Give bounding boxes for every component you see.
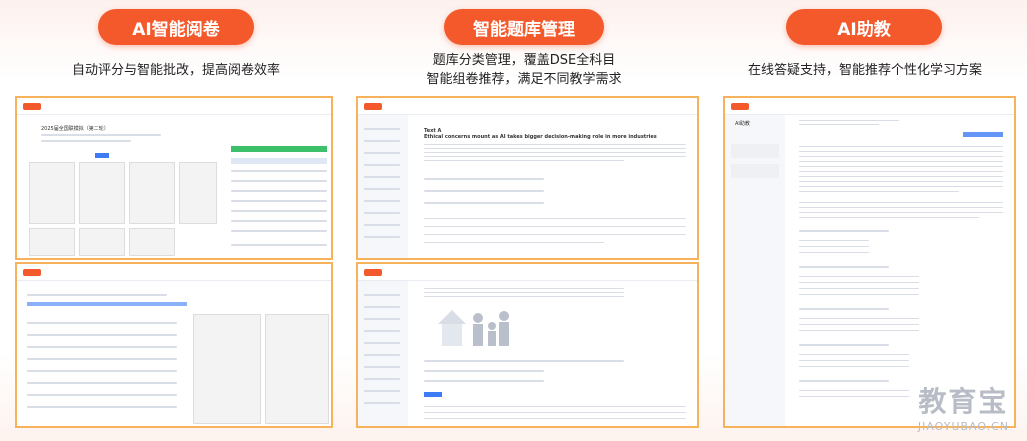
section-title-ai-assistant: AI助教 (786, 9, 942, 45)
family-illustration (438, 310, 509, 346)
jiaoyubao-watermark: 教育宝 JIAOYUBAO.CN (917, 385, 1009, 433)
grading-screenshot-top: 2025届全国联模拟（第二轮） (15, 96, 333, 260)
app-logo (23, 103, 41, 110)
section-subtitle-question-bank-1: 题库分类管理，覆盖DSE全科目 (432, 53, 616, 68)
section-subtitle-question-bank-2: 智能组卷推荐，满足不同教学需求 (426, 72, 622, 87)
assistant-label: AI助教 (735, 121, 750, 127)
question-text-title: Ethical concerns mount as AI takes bigge… (424, 134, 657, 140)
ai-assistant-screenshot: AI助教 (723, 96, 1016, 428)
question-bank-screenshot-bottom (356, 262, 699, 428)
section-title-ai-grading: AI智能阅卷 (98, 9, 254, 45)
exam-title: 2025届全国联模拟（第二轮） (41, 126, 109, 132)
grading-screenshot-bottom (15, 262, 333, 428)
section-subtitle-ai-grading: 自动评分与智能批改，提高阅卷效率 (71, 63, 280, 78)
question-bank-screenshot-top: Text A Ethical concerns mount as AI take… (356, 96, 699, 260)
section-subtitle-ai-assistant: 在线答疑支持，智能推荐个性化学习方案 (747, 63, 982, 78)
section-title-question-bank: 智能题库管理 (444, 9, 604, 45)
